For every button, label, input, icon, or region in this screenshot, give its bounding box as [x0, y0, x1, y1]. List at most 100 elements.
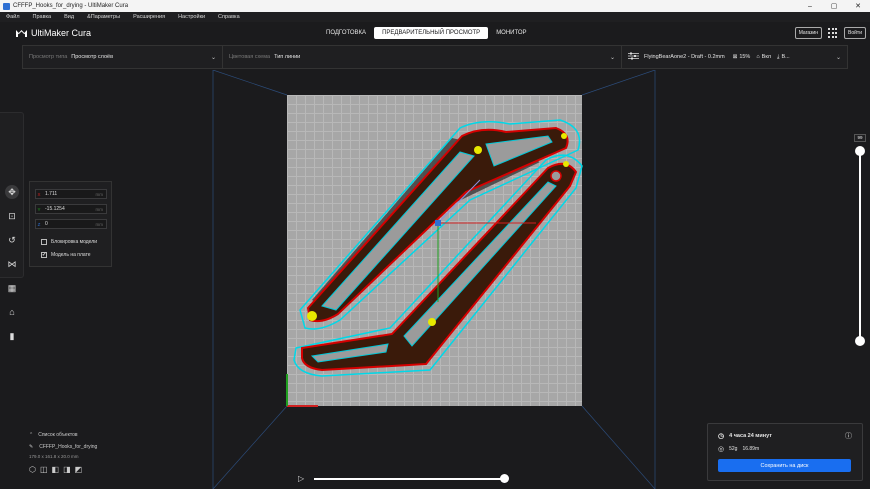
layer-track — [859, 150, 861, 342]
print-time: 4 часа 24 минут — [729, 433, 772, 439]
skin-patch — [428, 318, 436, 326]
preview-toolbar: Просмотр типа Просмотр слоёв ⌄ Цветовая … — [22, 45, 848, 69]
apps-grid-icon[interactable] — [828, 28, 838, 38]
object-list-header: Список объектов — [38, 432, 78, 438]
color-scheme-select[interactable]: Цветовая схема Тип линии ⌄ — [223, 46, 622, 68]
object-name: CFFFP_Hooks_for_drying — [39, 444, 98, 450]
drop-to-plate-checkbox[interactable]: ✔ Модель на плате — [41, 252, 91, 258]
view-type-value: Просмотр слоёв — [71, 54, 113, 60]
marketplace-button[interactable]: Магазин — [794, 27, 822, 39]
z-value: 0 — [45, 221, 48, 227]
view-top-icon[interactable]: ◧ — [52, 465, 60, 474]
tab-monitor[interactable]: МОНИТОР — [488, 27, 534, 39]
object-list-item[interactable]: ✎ CFFFP_Hooks_for_drying — [29, 444, 97, 450]
color-scheme-value: Тип линии — [274, 54, 301, 60]
layer-lower-handle[interactable] — [855, 336, 865, 346]
menu-edit[interactable]: Правка — [33, 14, 52, 20]
menu-help[interactable]: Справка — [218, 14, 240, 20]
minimize-button[interactable]: – — [798, 3, 822, 10]
view-front-icon[interactable]: ◫ — [40, 465, 48, 474]
object-list: ⌃ Список объектов ✎ CFFFP_Hooks_for_dryi… — [29, 432, 97, 474]
print-time-row: ◷ 4 часа 24 минут — [718, 432, 772, 440]
support-blocker-icon[interactable]: ⌂ — [5, 305, 19, 319]
header-actions: Магазин Войти — [789, 27, 866, 39]
view-type-select[interactable]: Просмотр типа Просмотр слоёв ⌄ — [23, 46, 223, 68]
print-settings-selector[interactable]: FlyingBearAone2 - Draft - 0.2mm ⊠ 15% ⌂ … — [622, 46, 847, 68]
pencil-icon: ✎ — [29, 444, 34, 450]
support-value: Вкл — [761, 54, 772, 60]
close-button[interactable]: ✕ — [846, 2, 870, 10]
window-titlebar: CFFFP_Hooks_for_drying - UltiMaker Cura … — [0, 0, 870, 12]
z-unit: mm — [95, 221, 104, 227]
object-dimensions: 179.0 x 161.8 x 20.0 mm — [29, 454, 79, 459]
checkbox-box — [41, 239, 47, 245]
infill-icon: ⊠ — [732, 54, 738, 60]
left-toolbar: ✥ ⊡ ↺ ⋈ ▦ ⌂ ▮ — [0, 112, 24, 341]
skin-patch — [561, 133, 567, 139]
y-value: -15.1254 — [45, 206, 65, 212]
material-row: ◎ 52g 16.89m — [718, 445, 759, 453]
logo: UltiMaker Cura — [16, 28, 91, 38]
play-icon[interactable]: ▷ — [298, 474, 304, 483]
lock-model-label: Блокировка модели — [51, 239, 97, 245]
simulation-handle[interactable] — [500, 474, 509, 483]
ultimaker-logo-icon — [16, 30, 27, 37]
menu-bar: Файл Правка Вид &Параметры Расширения На… — [0, 12, 870, 22]
info-icon[interactable]: ⓘ — [845, 431, 852, 441]
chevron-up-icon: ⌃ — [29, 432, 34, 438]
material-weight: 52g — [729, 446, 738, 452]
material-length: 16.89m — [742, 446, 760, 452]
checkmark-icon: ✔ — [41, 252, 47, 258]
x-position-field[interactable]: X 1.711 mm — [35, 189, 107, 199]
layer-slider[interactable]: 99 — [854, 134, 866, 346]
skin-patch — [307, 311, 317, 321]
menu-view[interactable]: Вид — [64, 14, 74, 20]
skin-patch — [563, 161, 569, 167]
print-summary-panel: ◷ 4 часа 24 минут ⓘ ◎ 52g 16.89m Сохрани… — [707, 423, 863, 481]
layer-icon[interactable]: ▮ — [5, 329, 19, 343]
tab-prepare[interactable]: ПОДГОТОВКА — [318, 27, 374, 39]
menu-preferences[interactable]: Настройки — [178, 14, 205, 20]
color-scheme-label: Цветовая схема — [229, 54, 271, 60]
signin-button[interactable]: Войти — [844, 27, 866, 39]
view-left-icon[interactable]: ◨ — [63, 465, 71, 474]
view-right-icon[interactable]: ◩ — [75, 465, 83, 474]
layer-upper-handle[interactable] — [855, 146, 865, 156]
view-type-label: Просмотр типа — [29, 54, 68, 60]
layer-number-badge: 99 — [854, 134, 866, 142]
mirror-tool-icon[interactable]: ⋈ — [5, 257, 19, 271]
spool-icon: ◎ — [718, 446, 725, 453]
view-orientation-buttons: ⬡ ◫ ◧ ◨ ◩ — [29, 465, 97, 474]
adhesion-value: В... — [781, 54, 790, 60]
support-icon: ⌂ — [756, 54, 760, 60]
printer-profile: FlyingBearAone2 - Draft - 0.2mm — [644, 54, 725, 60]
chevron-down-icon: ⌄ — [609, 55, 615, 61]
settings-sliders-icon — [628, 52, 639, 62]
move-tool-panel: X 1.711 mm Y -15.1254 mm Z 0 mm Блокиров… — [29, 181, 112, 267]
move-tool-icon[interactable]: ✥ — [5, 185, 19, 199]
adhesion-icon: ⤓ — [777, 53, 780, 60]
object-list-toggle[interactable]: ⌃ Список объектов — [29, 432, 97, 438]
chevron-down-icon: ⌄ — [835, 55, 841, 61]
menu-settings[interactable]: &Параметры — [87, 14, 120, 20]
lock-model-checkbox[interactable]: Блокировка модели — [41, 239, 97, 245]
menu-extensions[interactable]: Расширения — [133, 14, 165, 20]
menu-file[interactable]: Файл — [6, 14, 20, 20]
view-3d-icon[interactable]: ⬡ — [29, 465, 36, 474]
skin-patch — [474, 146, 482, 154]
z-position-field[interactable]: Z 0 mm — [35, 219, 107, 229]
per-model-settings-icon[interactable]: ▦ — [5, 281, 19, 295]
x-value: 1.711 — [45, 191, 58, 197]
simulation-progress — [314, 478, 506, 480]
app-header: UltiMaker Cura ПОДГОТОВКА ПРЕДВАРИТЕЛЬНЫ… — [0, 22, 870, 44]
tab-preview[interactable]: ПРЕДВАРИТЕЛЬНЫЙ ПРОСМОТР — [374, 27, 489, 39]
window-title: CFFFP_Hooks_for_drying - UltiMaker Cura — [13, 3, 129, 9]
rotate-tool-icon[interactable]: ↺ — [5, 233, 19, 247]
gizmo-center — [435, 220, 441, 226]
scale-tool-icon[interactable]: ⊡ — [5, 209, 19, 223]
y-position-field[interactable]: Y -15.1254 mm — [35, 204, 107, 214]
save-to-disk-button[interactable]: Сохранить на диск — [718, 459, 851, 472]
maximize-button[interactable]: ▢ — [822, 2, 846, 10]
simulation-track[interactable] — [314, 478, 506, 480]
logo-text: UltiMaker Cura — [31, 28, 92, 38]
